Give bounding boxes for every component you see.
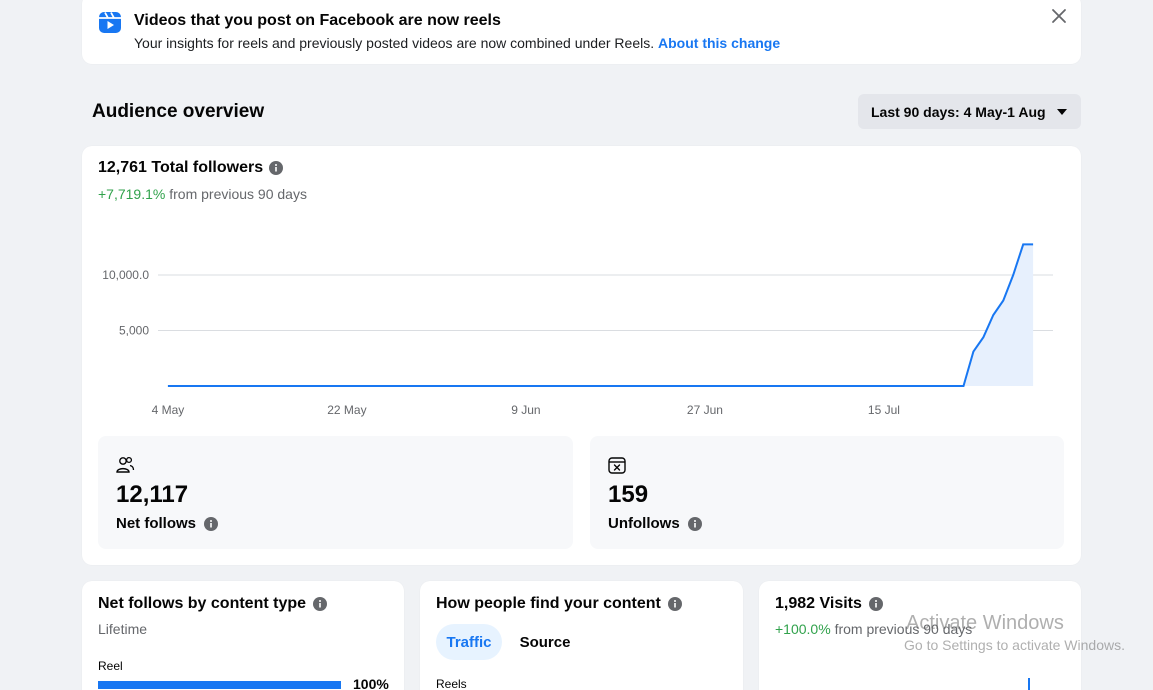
visits-chart-bar: [1028, 678, 1030, 690]
visits-change: +100.0% from previous 90 days: [775, 621, 972, 637]
reel-bar: [98, 681, 341, 689]
info-icon[interactable]: [687, 516, 702, 531]
how-people-find-content-card: How people find your content Traffic Sou…: [420, 581, 743, 690]
x-tick-label: 9 Jun: [511, 403, 540, 417]
info-icon[interactable]: [667, 597, 682, 611]
unfollows-box: 159 Unfollows: [590, 436, 1064, 549]
reels-notice-banner: Videos that you post on Facebook are now…: [82, 0, 1081, 64]
net-follows-box: 12,117 Net follows: [98, 436, 573, 549]
find-title: How people find your content: [436, 595, 661, 612]
visits-card: 1,982 Visits +100.0% from previous 90 da…: [759, 581, 1081, 690]
reel-bar-label: Reel: [98, 659, 123, 673]
visits-title: 1,982 Visits: [775, 595, 862, 612]
total-followers-card: 12,761 Total followers +7,719.1% from pr…: [82, 146, 1081, 565]
info-icon[interactable]: [269, 161, 284, 175]
visits-change-suffix: from previous 90 days: [834, 621, 973, 637]
reels-icon: [99, 12, 121, 33]
banner-text: Your insights for reels and previously p…: [134, 35, 780, 51]
x-tick-label: 22 May: [327, 403, 366, 417]
tab-source[interactable]: Source: [512, 624, 578, 660]
info-icon[interactable]: [204, 516, 219, 531]
date-range-dropdown[interactable]: Last 90 days: 4 May-1 Aug: [858, 94, 1081, 129]
net-follows-label-row: Net follows: [116, 515, 219, 532]
content-type-title-row: Net follows by content type: [98, 595, 328, 613]
net-follows-by-content-type-card: Net follows by content type Lifetime Ree…: [82, 581, 404, 690]
total-followers-title: 12,761 Total followers: [98, 159, 284, 177]
close-icon[interactable]: [1049, 6, 1069, 26]
content-type-sub: Lifetime: [98, 621, 148, 637]
find-title-row: How people find your content: [436, 595, 682, 613]
visits-title-row: 1,982 Visits: [775, 595, 883, 613]
info-icon[interactable]: [313, 597, 328, 611]
unfollows-label-row: Unfollows: [608, 515, 702, 532]
unfollow-icon: [608, 457, 626, 474]
followers-change-value: +7,719.1%: [98, 186, 166, 202]
reel-bar-percent: 100%: [353, 676, 389, 690]
audience-overview-title: Audience overview: [92, 101, 265, 122]
banner-text-body: Your insights for reels and previously p…: [134, 35, 655, 51]
followers-change: +7,719.1% from previous 90 days: [98, 186, 307, 202]
total-followers-label: 12,761 Total followers: [98, 159, 264, 176]
people-icon: [116, 456, 135, 473]
y-tick-label: 5,000: [119, 324, 149, 338]
caret-down-icon: [1057, 109, 1067, 115]
x-tick-label: 27 Jun: [687, 403, 723, 417]
about-this-change-link[interactable]: About this change: [658, 35, 780, 51]
y-tick-label: 10,000.0: [102, 268, 149, 282]
series-area: [167, 244, 1034, 386]
unfollows-value: 159: [608, 481, 649, 508]
tab-traffic[interactable]: Traffic: [436, 624, 502, 660]
followers-chart: 5,000 10,000.0 4 May 22 May 9 Jun 27 Jun 15 Ju…: [102, 243, 1053, 417]
net-follows-label: Net follows: [116, 515, 197, 532]
net-follows-value: 12,117: [116, 481, 189, 508]
date-range-label: Last 90 days: 4 May-1 Aug: [871, 103, 1046, 120]
content-type-title: Net follows by content type: [98, 595, 307, 612]
visits-change-value: +100.0%: [775, 621, 831, 637]
followers-change-suffix: from previous 90 days: [169, 186, 307, 202]
reels-row-label: Reels: [436, 677, 467, 690]
x-tick-label: 15 Jul: [868, 403, 900, 417]
series-line: [167, 243, 1034, 387]
unfollows-label: Unfollows: [608, 515, 680, 532]
x-tick-label: 4 May: [152, 403, 185, 417]
info-icon[interactable]: [868, 597, 883, 611]
banner-title: Videos that you post on Facebook are now…: [134, 12, 501, 29]
